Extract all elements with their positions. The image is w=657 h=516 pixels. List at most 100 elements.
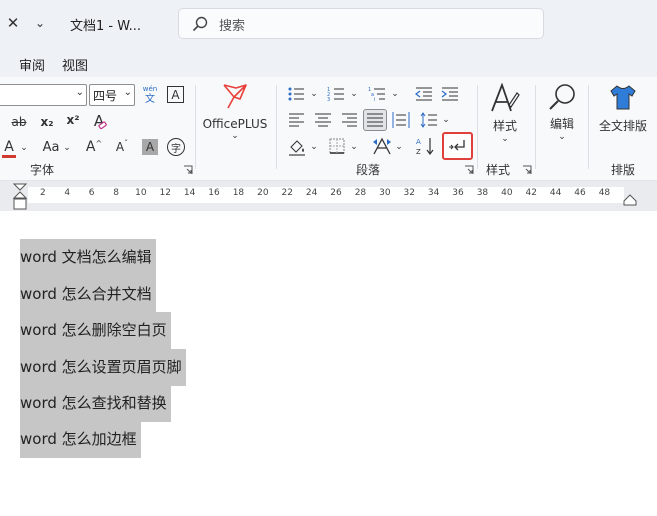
document-canvas[interactable]: word 文档怎么编辑 word 怎么合并文档 word 怎么删除空白页 wor… [0,211,657,516]
chevron-down-icon: ⌄ [558,132,566,142]
ruler-number: 18 [232,188,245,198]
group-divider [588,85,589,169]
dialog-launcher-icon[interactable] [183,165,193,175]
shirt-icon [610,85,636,110]
font-color-dropdown-icon[interactable]: ⌄ [19,139,29,157]
distributed-align-icon[interactable] [392,112,410,128]
clear-formatting-button[interactable]: A [89,110,109,132]
chevron-down-icon[interactable]: ⌄ [441,112,451,128]
ruler-number: 44 [549,188,562,198]
numbering-icon[interactable]: 1 2 3 [327,86,345,102]
search-placeholder: 搜索 [219,19,246,34]
document-line[interactable]: word 文档怎么编辑 [20,239,156,276]
ruler-number: 20 [257,188,269,198]
tab-review[interactable]: 审阅 [19,55,45,74]
word-window: ✕ ⌄ 文档1 - W... 搜索 审阅 视图 ⌄ 四号 ⌄ wén 文 A a… [0,0,657,516]
ruler-number: 2 [40,188,46,198]
chinese-layout-icon[interactable] [372,137,392,155]
font-group-label: 字体 [30,163,55,177]
ribbon: ⌄ 四号 ⌄ wén 文 A ab x₂ x² A A ⌄ Aa ⌄ A ^ A… [0,77,657,181]
styles-button[interactable]: 样式 ⌄ [482,83,528,159]
shrink-font-letter: A [115,140,125,154]
paragraph-group-label: 段落 [356,163,381,177]
quick-access-dropdown-icon[interactable]: ⌄ [33,13,47,33]
chevron-down-icon[interactable]: ⌄ [309,139,319,155]
character-shading-button[interactable]: A [142,139,158,155]
decrease-indent-icon[interactable] [415,86,433,102]
increase-indent-icon[interactable] [441,86,459,102]
officeplus-button[interactable]: OfficePLUS ⌄ [200,81,270,161]
change-case-button[interactable]: Aa [40,137,62,157]
dialog-launcher-icon[interactable] [464,165,474,175]
chevron-down-icon[interactable]: ⌄ [349,139,359,155]
group-divider [477,85,478,169]
font-color-letter: A [4,138,14,155]
font-color-bar [2,154,16,158]
ruler-number: 30 [379,188,391,198]
pinyin-top-text: wén [142,84,158,93]
search-icon [192,16,208,32]
search-icon [549,84,575,110]
font-size-select[interactable]: 四号 ⌄ [89,84,135,106]
ruler-number: 24 [305,188,318,198]
indent-markers-icon[interactable] [12,183,28,211]
chevron-down-icon: ⌄ [231,131,239,141]
superscript-button[interactable]: x² [63,110,83,130]
line-spacing-icon[interactable] [420,112,438,128]
align-center-icon[interactable] [315,113,331,127]
align-left-icon[interactable] [289,113,305,127]
ruler-number: 10 [135,188,147,198]
change-case-dropdown-icon[interactable]: ⌄ [62,139,72,157]
show-paragraph-marks-button[interactable] [442,132,473,160]
shrink-font-button[interactable]: A ˇ [113,137,131,157]
close-icon[interactable]: ✕ [5,13,21,33]
justify-icon [367,113,383,127]
bullets-icon[interactable] [287,86,305,102]
ruler-number: 42 [525,188,537,198]
font-color-button[interactable]: A [0,137,18,159]
subscript-button[interactable]: x₂ [37,112,57,132]
enclose-characters-button[interactable]: 字 [167,138,185,156]
right-indent-marker-icon[interactable] [622,194,638,206]
up-caret-icon: ^ [95,138,103,148]
grow-font-button[interactable]: A ^ [85,137,103,157]
svg-text:3: 3 [327,97,330,102]
down-caret-icon: ˇ [124,138,129,148]
editing-button[interactable]: 编辑 ⌄ [540,83,584,153]
full-text-layout-label: 全文排版 [598,119,647,133]
svg-text:i: i [374,97,375,102]
align-right-icon[interactable] [341,113,357,127]
justify-button[interactable] [363,109,387,131]
ruler-number: 12 [159,188,171,198]
document-line[interactable]: word 怎么查找和替换 [20,385,171,422]
document-line[interactable]: word 怎么合并文档 [20,276,156,313]
document-line[interactable]: word 怎么删除空白页 [20,312,171,349]
chevron-down-icon[interactable]: ⌄ [394,139,404,155]
character-border-button[interactable]: A [167,86,184,103]
multilevel-list-icon[interactable]: 1 a i [368,86,386,102]
pinyin-guide-button[interactable]: wén 文 [140,82,160,108]
chevron-down-icon[interactable]: ⌄ [349,86,359,102]
ruler-number: 28 [354,188,367,198]
eraser-icon [98,121,107,130]
ruler-number: 48 [598,188,611,198]
dialog-launcher-icon[interactable] [522,165,532,175]
chevron-down-icon[interactable]: ⌄ [390,86,400,102]
ruler-number: 16 [208,188,220,198]
chevron-down-icon: ⌄ [75,87,84,98]
document-line[interactable]: word 怎么设置页眉页脚 [20,349,186,386]
tab-view[interactable]: 视图 [62,55,88,74]
full-text-layout-button[interactable]: 全文排版 [594,83,652,145]
strikethrough-button[interactable]: ab [8,112,30,132]
search-box[interactable]: 搜索 [178,8,544,39]
borders-icon[interactable] [329,138,345,154]
document-line[interactable]: word 怎么加边框 [20,421,141,458]
chevron-down-icon[interactable]: ⌄ [309,86,319,102]
layout-group-label: 排版 [611,163,636,177]
font-name-select[interactable]: ⌄ [0,84,87,106]
ruler-number: 34 [427,188,440,198]
sort-icon[interactable]: A Z [416,136,436,156]
ruler-scale: 2 4 6 8 10 12 14 16 18 20 22 24 26 28 30 32 34 36 38 40 42 44… [28,187,624,203]
ruler-number: 32 [403,188,415,198]
shading-paint-icon[interactable] [288,138,306,156]
